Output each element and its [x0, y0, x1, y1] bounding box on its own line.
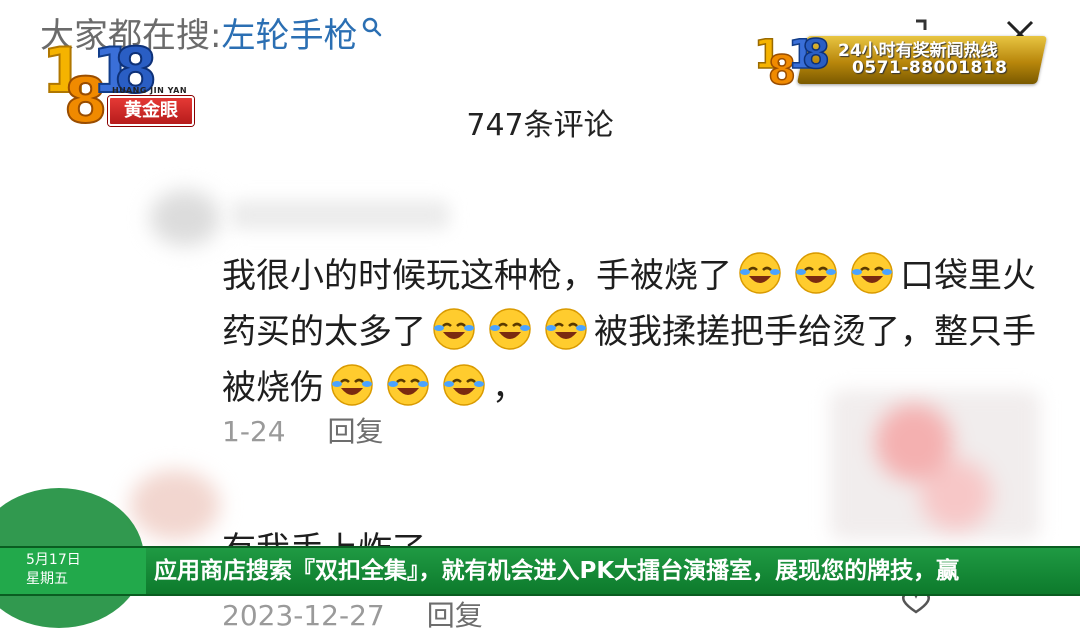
laughing-emoji-icon — [739, 252, 781, 294]
comment-meta: 1-24 回复 — [222, 414, 384, 450]
reply-button[interactable]: 回复 — [427, 599, 483, 632]
laughing-emoji-icon — [795, 252, 837, 294]
avatar[interactable] — [130, 470, 220, 540]
laughing-emoji-icon — [443, 364, 485, 406]
search-icon[interactable] — [361, 16, 383, 38]
laughing-emoji-icon — [387, 364, 429, 406]
ticker-date: 5月17日 — [26, 552, 81, 568]
reply-button[interactable]: 回复 — [328, 415, 384, 448]
comment-date: 1-24 — [222, 415, 286, 448]
laughing-emoji-icon — [489, 308, 531, 350]
comment-text-part: 我很小的时候玩这种枪，手被烧了 — [222, 256, 732, 296]
avatar[interactable] — [150, 190, 220, 246]
hotline-banner: 1 8 1 8 24小时有奖新闻热线 0571-88001818 — [752, 28, 1048, 86]
news-ticker: 5月17日 星期五 应用商店搜索『双扣全集』，就有机会进入PK大擂台演播室，展现… — [0, 546, 1080, 596]
hotline-logo: 1 8 1 8 — [753, 31, 830, 86]
hotline-number: 0571-88001818 — [852, 58, 1008, 78]
comment-text-part: ， — [492, 368, 526, 408]
comments-count-title: 747条评论 — [466, 108, 614, 143]
video-frame: 大家都在搜:左轮手枪 1 8 1 8 HUANG JIN YAN 黄金眼 1 8… — [0, 0, 1080, 632]
ticker-date-box: 5月17日 星期五 — [0, 548, 146, 594]
laughing-emoji-icon — [545, 308, 587, 350]
laughing-emoji-icon — [331, 364, 373, 406]
comment-body: 我很小的时候玩这种枪，手被烧了 口袋里火药买的太多了 被我揉搓把手给烫了，整只手被烧… — [222, 248, 1042, 416]
ticker-text: 应用商店搜索『双扣全集』，就有机会进入PK大擂台演播室，展现您的牌技，赢 — [154, 558, 960, 584]
svg-text:8: 8 — [802, 32, 830, 78]
laughing-emoji-icon — [433, 308, 475, 350]
comment-date: 2023-12-27 — [222, 599, 385, 632]
logo-pinyin: HUANG JIN YAN — [112, 86, 188, 95]
laughing-emoji-icon — [851, 252, 893, 294]
comment-meta: 2023-12-27 回复 — [222, 594, 483, 634]
username-blurred[interactable] — [230, 200, 450, 230]
search-query-link[interactable]: 左轮手枪 — [221, 16, 357, 56]
ticker-weekday: 星期五 — [26, 571, 68, 587]
